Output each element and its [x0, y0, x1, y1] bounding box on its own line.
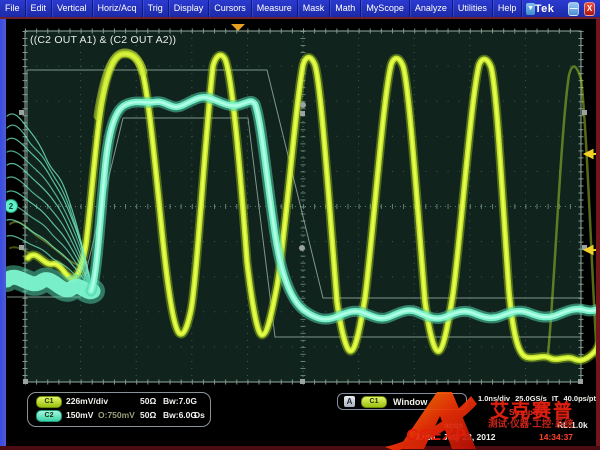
menu-vertical[interactable]: Vertical [52, 0, 93, 17]
trigger-mode: Auto [416, 432, 435, 442]
math-expression-label: ((C2 OUT A1) & (C2 OUT A2)) [30, 34, 176, 46]
acqs-label: acqs [444, 420, 463, 430]
close-button[interactable]: X [584, 2, 595, 16]
record-length: RL:1.0k [557, 420, 588, 430]
menu-measure[interactable]: Measure [252, 0, 298, 17]
channel-2-badge[interactable]: 2 [5, 200, 18, 213]
menu-overflow-button[interactable]: ▼ [526, 3, 534, 15]
minimize-icon: — [570, 4, 578, 13]
menu-display[interactable]: Display [169, 0, 210, 17]
menu-analyze[interactable]: Analyze [410, 0, 453, 17]
menu-trig[interactable]: Trig [143, 0, 169, 17]
time-readout: 14:34:37 [539, 432, 573, 442]
c2-scale: 150mV [66, 410, 93, 420]
screen-edge-left [0, 17, 6, 450]
trigger-position-marker[interactable] [231, 24, 245, 31]
menu-mask[interactable]: Mask [298, 0, 331, 17]
svg-text:2: 2 [9, 202, 14, 211]
menu-utilities[interactable]: Utilities [453, 0, 493, 17]
date-readout: July 23, 2012 [443, 432, 495, 442]
channel-c1-pill[interactable]: C1 [36, 396, 62, 408]
menu-divider [0, 17, 600, 19]
menu-cursors[interactable]: Cursors [209, 0, 252, 17]
c2-suffix: Ds [194, 410, 205, 420]
c1-termination: 50Ω [140, 396, 156, 406]
tek-logo: Tek [535, 3, 555, 15]
trigger-readout-box[interactable]: A C1 Window [337, 393, 467, 410]
oscilloscope-screen: 2 ((C2 OUT A1) & (C2 OUT A2)) File Edit … [0, 0, 600, 450]
menu-myscope[interactable]: MyScope [361, 0, 410, 17]
menu-horiz-acq[interactable]: Horiz/Acq [93, 0, 143, 17]
trigger-a-icon: A [344, 396, 355, 407]
c2-bandwidth: Bw:6.0G [163, 410, 197, 420]
menu-file[interactable]: File [0, 0, 26, 17]
horizontal-readout: 1.0ns/div 25.0GS/s IT 40.0ps/pt [478, 394, 596, 403]
screen-edge-right [596, 17, 600, 450]
acq-mode: IT [552, 394, 559, 403]
resolution: 40.0ps/pt [563, 394, 596, 403]
menu-edit[interactable]: Edit [26, 0, 53, 17]
timebase: 1.0ns/div [478, 394, 510, 403]
c1-scale: 226mV/div [66, 396, 108, 406]
menu-help[interactable]: Help [493, 0, 523, 17]
minimize-button[interactable]: — [568, 2, 579, 16]
screen-edge-bottom [0, 446, 600, 450]
c2-offset: O:750mV [98, 410, 135, 420]
chevron-down-icon: ▼ [527, 5, 534, 12]
menu-math[interactable]: Math [330, 0, 361, 17]
channel-readout-box[interactable]: C1 226mV/div 50Ω Bw:7.0G C2 150mV O:750m… [27, 392, 211, 427]
trigger-type: Window [393, 397, 427, 407]
c1-bandwidth: Bw:7.0G [163, 396, 197, 406]
channel-c2-pill[interactable]: C2 [36, 410, 62, 422]
trigger-source-pill[interactable]: C1 [361, 396, 387, 408]
acq-status: Stopped [509, 407, 543, 417]
c2-termination: 50Ω [140, 410, 156, 420]
menu-bar: File Edit Vertical Horiz/Acq Trig Displa… [0, 0, 600, 17]
waveform-display: 2 [0, 0, 600, 450]
close-icon: X [587, 4, 592, 13]
sample-rate: 25.0GS/s [515, 394, 547, 403]
